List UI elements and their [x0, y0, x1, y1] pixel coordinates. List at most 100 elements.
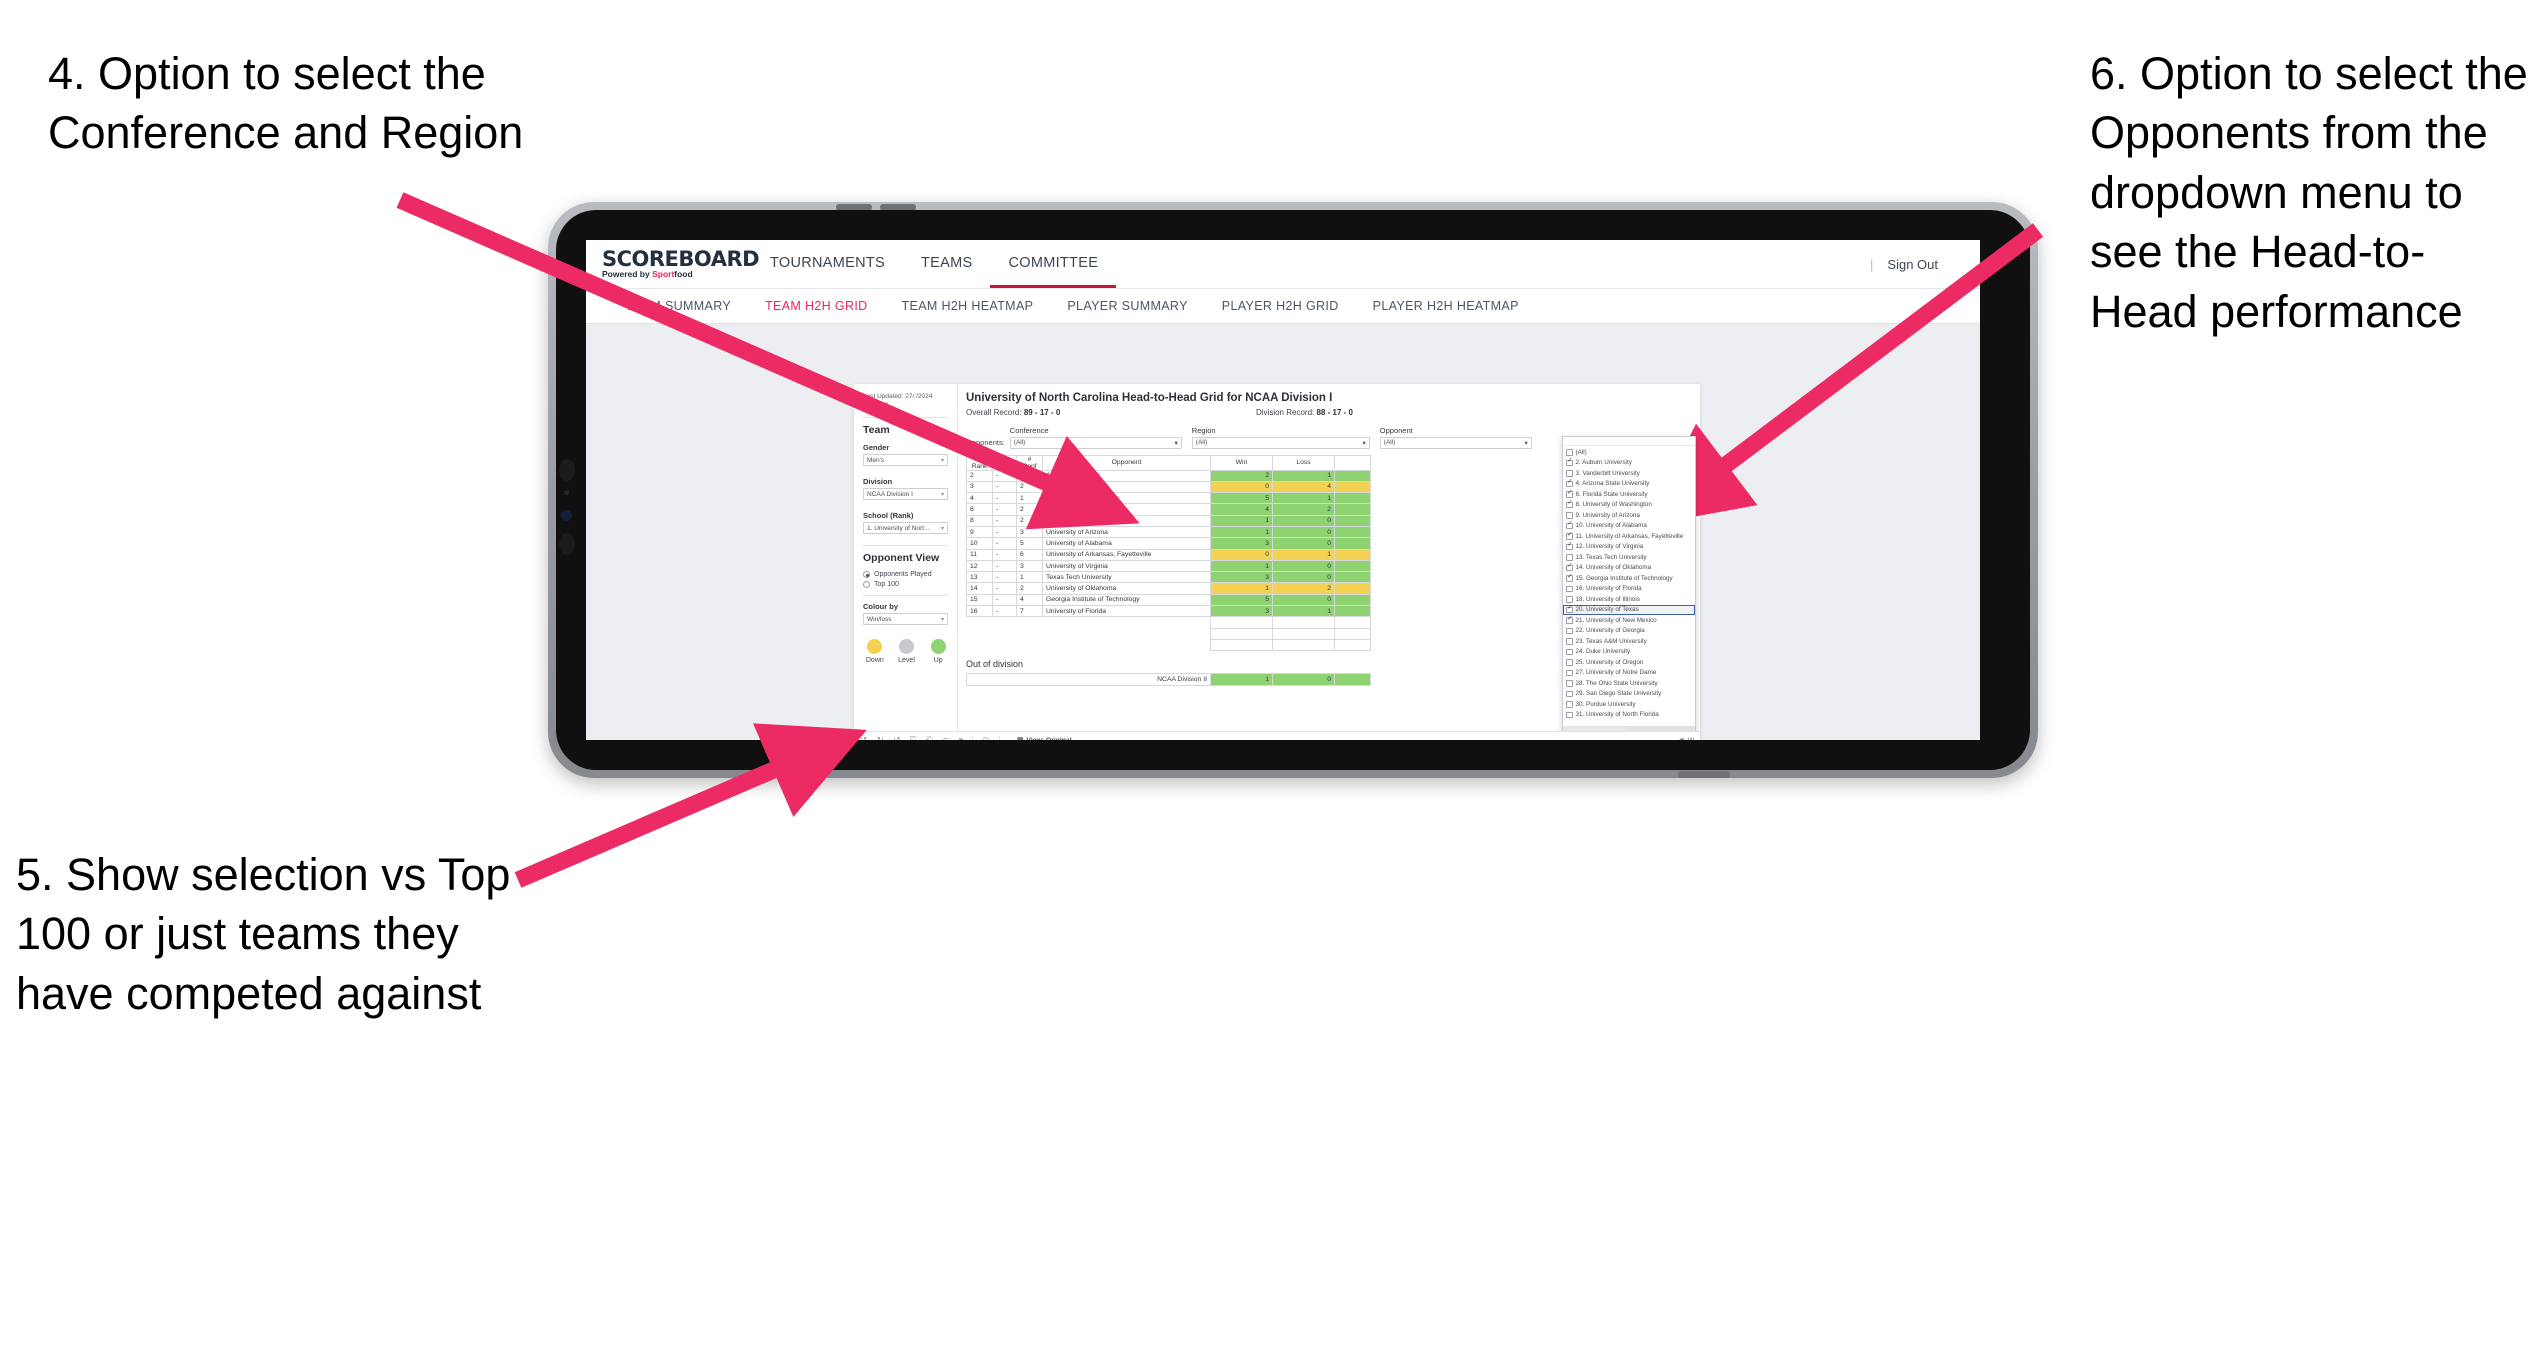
subnav-item-player-summary[interactable]: PLAYER SUMMARY	[1050, 299, 1204, 313]
chevron-down-icon[interactable]: ▾	[959, 735, 964, 740]
redo-icon[interactable]: ↻	[877, 735, 885, 740]
checkbox-icon[interactable]	[1566, 648, 1573, 655]
table-row[interactable]: 11-6 University of Arkansas, Fayetteville…	[966, 548, 1371, 561]
checkbox-icon[interactable]	[1566, 627, 1573, 634]
checkbox-icon[interactable]	[1566, 596, 1573, 603]
checkbox-icon[interactable]	[1566, 458, 1573, 466]
opponent-dropdown-item[interactable]: 15. Georgia Institute of Technology	[1563, 573, 1695, 584]
cancel-button[interactable]: Cancel	[1563, 727, 1629, 731]
opponent-dropdown-search[interactable]	[1563, 437, 1695, 446]
subnav-item-player-h2h-grid[interactable]: PLAYER H2H GRID	[1205, 299, 1356, 313]
signout-link[interactable]: Sign Out	[1887, 257, 1938, 272]
apply-button[interactable]: Apply	[1629, 727, 1695, 731]
checkbox-icon[interactable]	[1566, 690, 1573, 697]
subnav-item-team-summary[interactable]: TEAM SUMMARY	[608, 299, 748, 313]
checkbox-icon[interactable]	[1566, 470, 1573, 477]
opponent-dropdown-item[interactable]: 10. University of Alabama	[1563, 521, 1695, 532]
radio-opponents-played[interactable]: Opponents Played	[863, 571, 948, 578]
nav-item-tournaments[interactable]: TOURNAMENTS	[752, 240, 903, 288]
checkbox-icon[interactable]	[1566, 479, 1573, 487]
opponent-dropdown-item[interactable]: 30. Purdue University	[1563, 699, 1695, 710]
opponent-dropdown-item[interactable]: 16. University of Florida	[1563, 584, 1695, 595]
table-row[interactable]: 15-4 Georgia Institute of Technology 5 0	[966, 593, 1371, 607]
opponent-dropdown-item[interactable]: 8. University of Washington	[1563, 500, 1695, 511]
checkbox-icon[interactable]	[1566, 616, 1573, 624]
opponent-dropdown-item[interactable]: 24. Duke University	[1563, 647, 1695, 658]
opponent-dropdown-item[interactable]: 3. Vanderbilt University	[1563, 468, 1695, 479]
opponent-dropdown-item[interactable]: 29. San Diego State University	[1563, 689, 1695, 700]
opponent-dropdown-item[interactable]: 12. University of Virginia	[1563, 542, 1695, 553]
opponent-dropdown-panel[interactable]: (All) 2. Auburn University 3. Vanderbilt U…	[1562, 436, 1696, 731]
subnav-item-player-h2h-heatmap[interactable]: PLAYER H2H HEATMAP	[1356, 299, 1536, 313]
checkbox-icon[interactable]	[1566, 532, 1573, 540]
nav-item-teams[interactable]: TEAMS	[903, 240, 990, 288]
checkbox-icon[interactable]	[1566, 605, 1573, 613]
table-row[interactable]: 8-2 University of Washington 1 0	[966, 514, 1371, 527]
table-row[interactable]: 2-1 Auburn University 2 1	[966, 469, 1371, 482]
checkbox-icon[interactable]	[1566, 680, 1573, 687]
subnav-item-team-h2h-heatmap[interactable]: TEAM H2H HEATMAP	[885, 299, 1051, 313]
table-row[interactable]: 13-1 Texas Tech University 3 0	[966, 571, 1371, 584]
opponent-dropdown-item[interactable]: 14. University of Oklahoma	[1563, 563, 1695, 574]
opponent-dropdown-item[interactable]: 21. University of New Mexico	[1563, 615, 1695, 626]
opponent-dropdown-item[interactable]: 27. University of Notre Dame	[1563, 668, 1695, 679]
table-row[interactable]: 16-7 University of Florida 3 1	[966, 605, 1371, 618]
gender-select[interactable]: Men's ▾	[863, 454, 948, 466]
checkbox-icon[interactable]	[1566, 638, 1573, 645]
checkbox-icon[interactable]	[1566, 563, 1573, 571]
opponent-dropdown-item[interactable]: 18. University of Illinois	[1563, 594, 1695, 605]
opponent-dropdown-item[interactable]: (All)	[1563, 447, 1695, 458]
opponent-dropdown-item[interactable]: 4. Arizona State University	[1563, 479, 1695, 490]
radio-top-100[interactable]: Top 100	[863, 581, 948, 588]
opponent-filter-select[interactable]: (All) ▾	[1379, 436, 1532, 449]
app-logo[interactable]: SCOREBOARD Powered by Sportfood	[602, 248, 760, 280]
checkbox-icon[interactable]	[1566, 521, 1573, 529]
subnav-item-team-h2h-grid[interactable]: TEAM H2H GRID	[748, 299, 884, 313]
opponent-dropdown-list[interactable]: (All) 2. Auburn University 3. Vanderbilt U…	[1563, 446, 1695, 726]
opponent-dropdown-item[interactable]: 25. University of Oregon	[1563, 657, 1695, 668]
checkbox-icon[interactable]	[1566, 574, 1573, 582]
table-row[interactable]: 12-3 University of Virginia 1 0	[966, 559, 1371, 573]
refresh-icon[interactable]: ⎘	[910, 735, 917, 740]
history-icon[interactable]: ◴	[982, 735, 990, 740]
checkbox-icon[interactable]	[1566, 669, 1573, 676]
undo-icon[interactable]: ↺	[860, 735, 868, 740]
table-row[interactable]: 3-2 Vanderbilt University 0 4	[966, 480, 1371, 494]
opponent-dropdown-item[interactable]: 20. University of Texas	[1563, 604, 1695, 615]
power-button[interactable]	[1678, 771, 1730, 778]
opponent-dropdown-item[interactable]: 13. Texas Tech University	[1563, 552, 1695, 563]
checkbox-icon[interactable]	[1566, 711, 1573, 718]
opponent-dropdown-item[interactable]: 31. University of North Florida	[1563, 710, 1695, 721]
table-row[interactable]: 14-2 University of Oklahoma 1 2	[966, 582, 1371, 595]
nav-item-committee[interactable]: COMMITTEE	[990, 240, 1117, 288]
division-select[interactable]: NCAA Division I ▾	[863, 488, 948, 500]
checkbox-icon[interactable]	[1566, 542, 1573, 550]
checkbox-icon[interactable]	[1566, 701, 1573, 708]
region-filter-select[interactable]: (All) ▾	[1191, 436, 1370, 449]
revert-icon[interactable]: ↺	[893, 735, 901, 740]
opponent-dropdown-item[interactable]: 9. University of Arizona	[1563, 510, 1695, 521]
watch-icon[interactable]: ◉	[1679, 736, 1685, 740]
checkbox-icon[interactable]	[1566, 585, 1573, 592]
opponent-dropdown-item[interactable]: 22. University of Georgia	[1563, 626, 1695, 637]
checkbox-icon[interactable]	[1566, 490, 1573, 498]
checkbox-icon[interactable]	[1566, 659, 1573, 666]
conference-filter-select[interactable]: (All) ▾	[1009, 436, 1182, 449]
colour-by-select[interactable]: Win/loss ▾	[863, 613, 948, 625]
table-row[interactable]: 4-1 Arizona State University 5 1	[966, 492, 1371, 505]
table-row[interactable]: 9-3 University of Arizona 1 0	[966, 525, 1371, 539]
opponent-dropdown-item[interactable]: 23. Texas A&M University	[1563, 636, 1695, 647]
opponent-dropdown-item[interactable]: 2. Auburn University	[1563, 458, 1695, 469]
view-original-button[interactable]: ▥ View: Original	[1017, 736, 1072, 741]
pause-updates-icon[interactable]: ⎗	[926, 735, 933, 740]
table-row[interactable]: 10-5 University of Alabama 3 0	[966, 537, 1371, 550]
share-icon[interactable]: ⊂	[942, 735, 950, 740]
checkbox-icon[interactable]	[1566, 554, 1573, 561]
out-of-division-row[interactable]: NCAA Division II 1 0	[966, 673, 1371, 686]
opponent-dropdown-item[interactable]: 6. Florida State University	[1563, 489, 1695, 500]
opponent-dropdown-item[interactable]: 28. The Ohio State University	[1563, 678, 1695, 689]
checkbox-icon[interactable]	[1566, 449, 1573, 456]
checkbox-icon[interactable]	[1566, 500, 1573, 508]
opponent-dropdown-item[interactable]: 11. University of Arkansas, Fayetteville	[1563, 531, 1695, 542]
school-rank-select[interactable]: 1. University of Nort... ▾	[863, 522, 948, 534]
